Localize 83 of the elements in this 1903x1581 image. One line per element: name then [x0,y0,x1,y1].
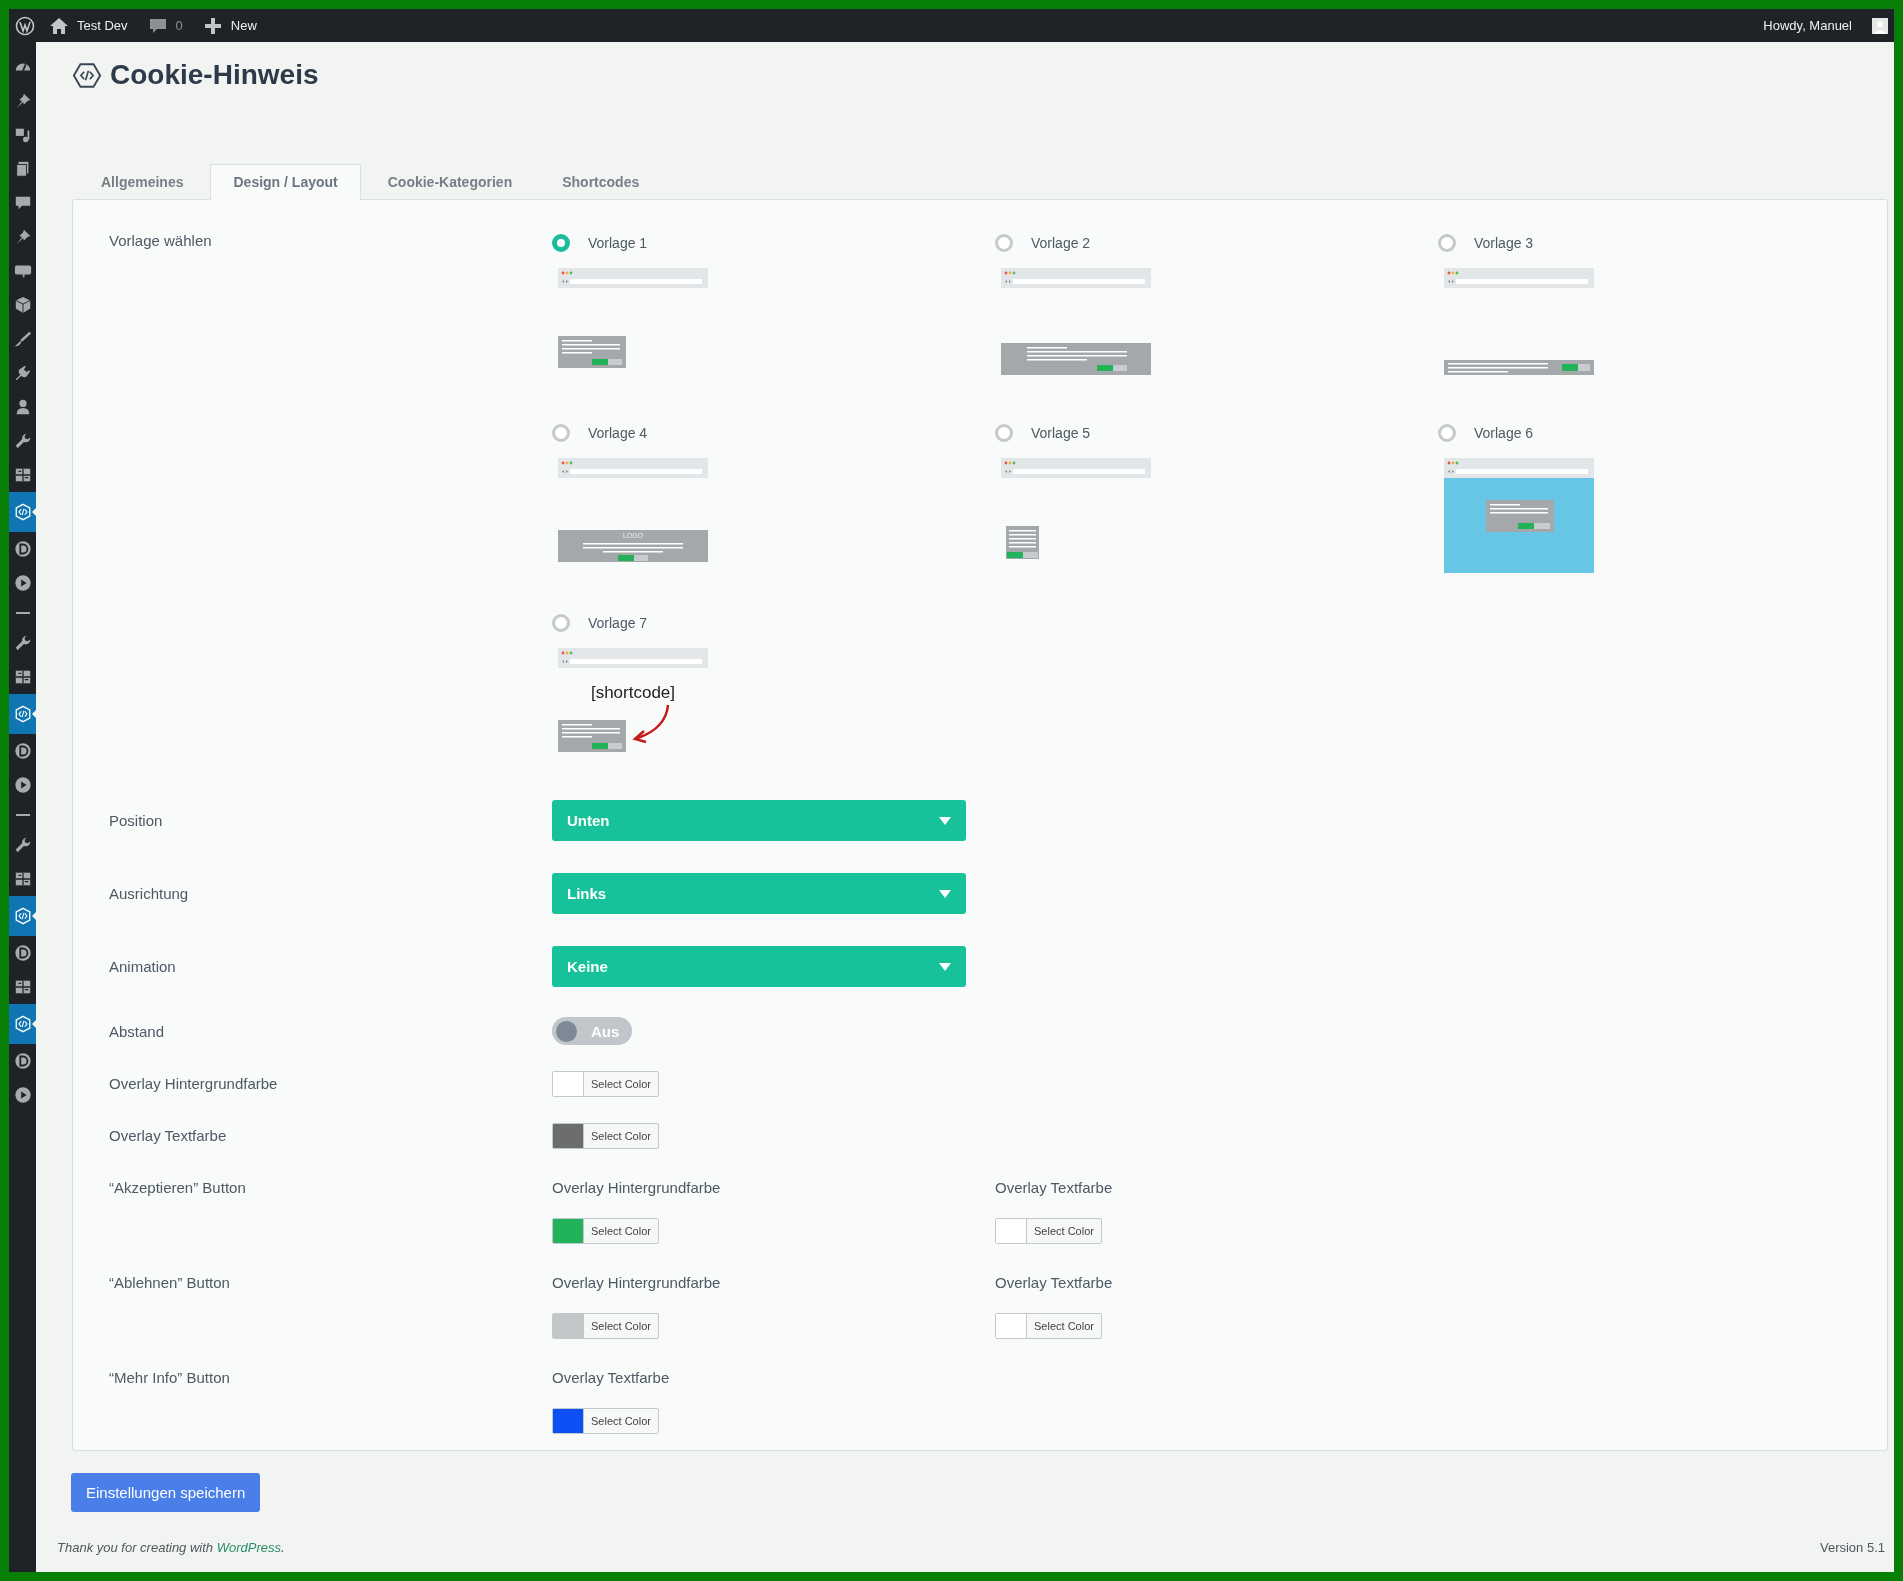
version-text: Version 5.1 [1819,1540,1885,1555]
caret-icon [939,962,951,971]
caret-icon [939,816,951,825]
comment-count[interactable]: 0 [175,18,183,33]
code-icon[interactable] [13,705,32,723]
radio-label[interactable]: Vorlage 1 [588,235,648,251]
footer-credit: Thank you for creating with WordPress. [57,1540,285,1555]
radio-button[interactable] [1438,234,1456,252]
tab[interactable]: Allgemeines [78,164,207,200]
greeting-link[interactable]: Howdy, Manuel [1763,18,1852,33]
wrench-icon[interactable] [13,836,32,854]
save-button[interactable]: Einstellungen speichern [71,1473,261,1512]
avatar-icon[interactable] [1872,17,1888,34]
letter-d-icon[interactable] [13,944,32,962]
color-swatch[interactable] [996,1219,1027,1243]
radio-label[interactable]: Vorlage 7 [588,615,648,631]
radio-label[interactable]: Vorlage 3 [1474,235,1534,251]
wordpress-link[interactable]: WordPress [216,1540,281,1555]
tab[interactable]: Cookie-Kategorien [364,164,536,200]
letter-d-icon[interactable] [13,540,32,558]
field-label: “Mehr Info” Button [109,1368,231,1386]
color-swatch[interactable] [553,1124,584,1148]
field-label: Animation [109,958,177,975]
box-icon[interactable] [13,296,32,314]
field-label: Overlay Hintergrundfarbe [109,1074,279,1092]
grid-icon[interactable] [13,978,32,996]
radio-button[interactable] [552,424,570,442]
letter-d-icon[interactable] [13,1052,32,1070]
field-label: Ausrichtung [109,885,190,902]
field-caption: Overlay Hintergrundfarbe [552,1179,722,1196]
plugin-icon[interactable] [13,364,32,382]
field-label: Overlay Textfarbe [109,1126,228,1144]
code-icon[interactable] [13,1015,32,1033]
code-icon[interactable] [13,907,32,925]
radio-button[interactable] [995,234,1013,252]
new-link[interactable]: New [230,18,257,33]
radio-button[interactable] [552,614,570,632]
field-label: Position [109,812,164,829]
shortcode-label: [shortcode] [590,683,676,702]
media-icon[interactable] [13,126,32,144]
field-label: Abstand [109,1022,166,1040]
wrench-icon[interactable] [13,634,32,652]
color-swatch[interactable] [553,1219,584,1243]
radio-button[interactable] [552,234,570,252]
field-caption: Overlay Textfarbe [995,1179,1114,1196]
color-swatch[interactable] [553,1314,584,1338]
radio-label[interactable]: Vorlage 6 [1474,425,1534,441]
field-caption: Overlay Textfarbe [995,1274,1114,1291]
radio-button[interactable] [1438,424,1456,442]
field-label: “Ablehnen” Button [109,1273,231,1291]
color-swatch[interactable] [553,1072,584,1096]
menu-separator [15,814,30,816]
home-icon[interactable] [49,15,69,36]
play-icon[interactable] [13,574,32,592]
color-swatch[interactable] [996,1314,1027,1338]
site-name-link[interactable]: Test Dev [77,18,128,33]
field-caption: Overlay Textfarbe [552,1369,671,1386]
letter-d-icon[interactable] [13,742,32,760]
code-icon[interactable] [13,503,32,521]
wordpress-icon[interactable] [15,15,35,36]
tab[interactable]: Design / Layout [210,164,361,200]
field-caption: Overlay Hintergrundfarbe [552,1274,722,1291]
page-title: Cookie-Hinweis [110,59,319,91]
tab[interactable]: Shortcodes [539,164,663,200]
radio-label[interactable]: Vorlage 2 [1031,235,1091,251]
plus-icon[interactable] [202,15,223,36]
arrow-icon [632,704,670,744]
play-icon[interactable] [13,776,32,794]
menu-separator [15,612,30,614]
grid-icon[interactable] [13,668,32,686]
field-label: “Akzeptieren” Button [109,1178,247,1196]
caret-icon [939,889,951,898]
code-icon [72,61,102,89]
color-swatch[interactable] [553,1409,584,1433]
wrench-icon[interactable] [13,432,32,450]
radio-button[interactable] [995,424,1013,442]
field-label: Vorlage wählen [109,231,213,251]
play-icon[interactable] [13,1086,32,1104]
brush-icon[interactable] [13,330,32,348]
grid-icon[interactable] [13,466,32,484]
radio-label[interactable]: Vorlage 4 [588,425,648,441]
radio-label[interactable]: Vorlage 5 [1031,425,1091,441]
grid-icon[interactable] [13,870,32,888]
